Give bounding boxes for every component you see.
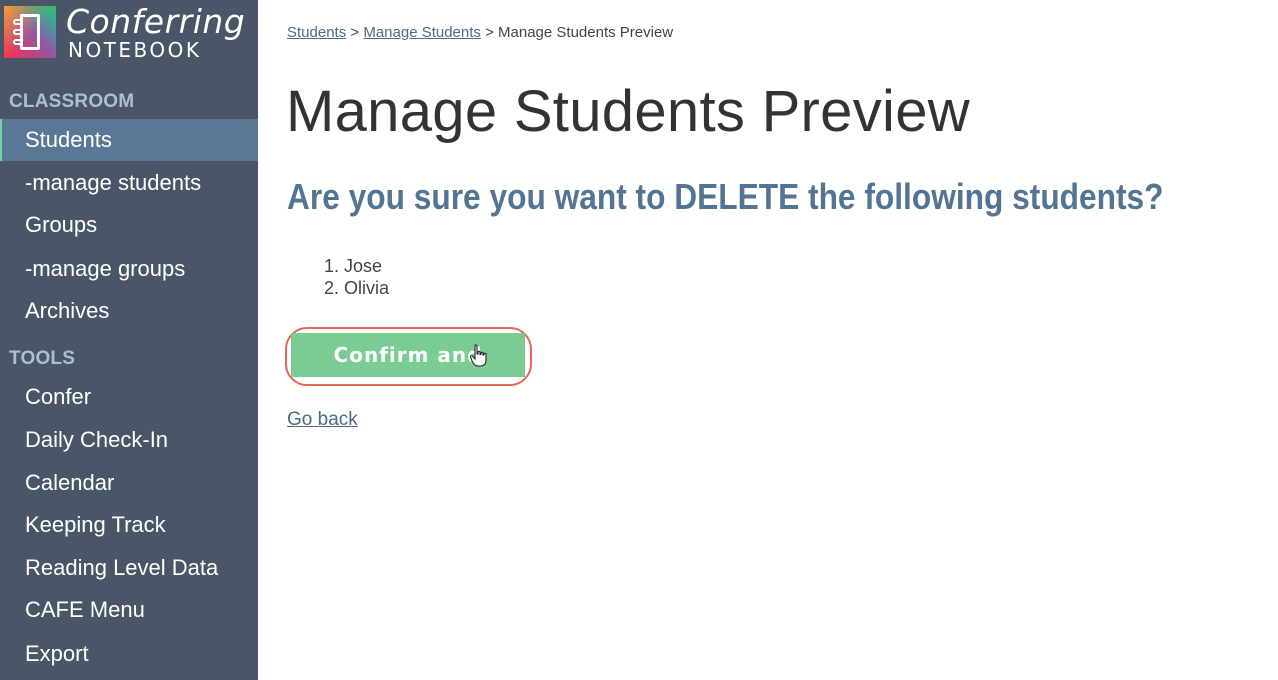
app-logo[interactable]: Conferring NOTEBOOK: [4, 2, 246, 62]
confirm-and-delete-button[interactable]: Confirm and Delete: [291, 333, 525, 411]
notebook-icon: [4, 6, 56, 58]
breadcrumb-current: Manage Students Preview: [498, 24, 674, 41]
sidebar-item-groups[interactable]: Groups: [0, 204, 258, 246]
list-item: 2. Olivia: [324, 278, 390, 298]
sidebar-item-reading-level-data[interactable]: Reading Level Data: [0, 547, 258, 589]
page-title: Manage Students Preview: [286, 79, 970, 144]
hand-cursor-icon: [470, 344, 487, 367]
sidebar-item-confer[interactable]: Confer: [0, 376, 258, 418]
sidebar-item-daily-check-in[interactable]: Daily Check-In: [0, 419, 258, 461]
go-back-link[interactable]: Go back: [287, 409, 358, 431]
sidebar-item-calendar[interactable]: Calendar: [0, 462, 258, 504]
sidebar-item-cafe-menu[interactable]: CAFE Menu: [0, 589, 258, 631]
section-label-classroom: CLASSROOM: [9, 91, 135, 112]
delete-confirmation-question: Are you sure you want to DELETE the foll…: [287, 176, 1164, 217]
sidebar-item-manage-students[interactable]: -manage students: [0, 162, 258, 204]
breadcrumb-manage-students-link[interactable]: Manage Students: [363, 24, 481, 41]
student-list: 1. Jose 2. Olivia: [324, 255, 389, 299]
breadcrumb-students-link[interactable]: Students: [287, 24, 346, 41]
breadcrumb-separator: >: [350, 24, 360, 41]
sidebar: Conferring NOTEBOOK CLASSROOM Students -…: [0, 0, 258, 680]
logo-text: Conferring: [66, 2, 246, 41]
sidebar-item-students[interactable]: Students: [0, 119, 258, 161]
logo-subtext: NOTEBOOK: [68, 38, 202, 62]
sidebar-item-archives[interactable]: Archives: [0, 290, 258, 332]
sidebar-item-manage-groups[interactable]: -manage groups: [0, 248, 258, 290]
list-item: 1. Jose: [324, 256, 383, 276]
sidebar-item-keeping-track[interactable]: Keeping Track: [0, 504, 258, 546]
sidebar-item-export[interactable]: Export: [0, 633, 258, 675]
section-label-tools: TOOLS: [9, 348, 76, 369]
breadcrumb-separator: >: [485, 24, 494, 41]
breadcrumb: Students > Manage Students > Manage Stud…: [287, 24, 673, 41]
